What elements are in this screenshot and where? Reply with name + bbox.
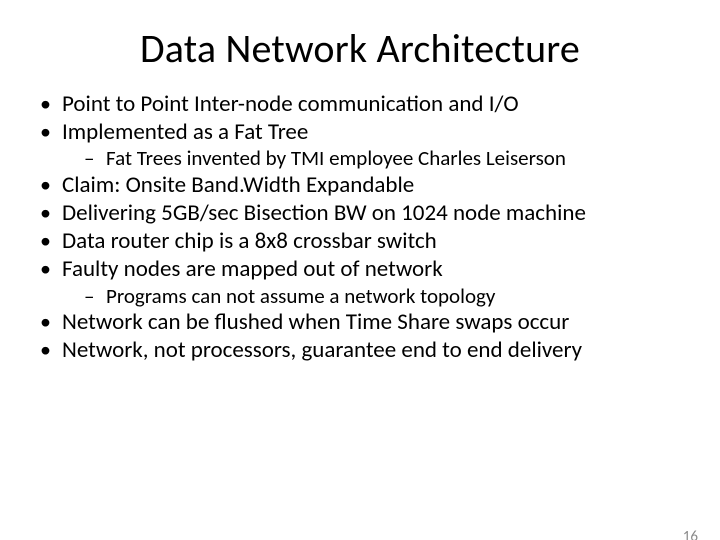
bullet-list: Point to Point Inter-node communication … bbox=[36, 91, 690, 365]
bullet-item: Claim: Onsite Band.Width Expandable bbox=[36, 172, 690, 199]
slide-title: Data Network Architecture bbox=[0, 24, 720, 73]
bullet-text: Fat Trees invented by TMI employee Charl… bbox=[106, 145, 566, 171]
bullet-item: Network, not processors, guarantee end t… bbox=[36, 337, 690, 364]
sub-bullet-item: Fat Trees invented by TMI employee Charl… bbox=[82, 146, 690, 171]
bullet-item: Delivering 5GB/sec Bisection BW on 1024 … bbox=[36, 200, 690, 227]
slide: Data Network Architecture Point to Point… bbox=[0, 24, 720, 540]
bullet-item: Point to Point Inter-node communication … bbox=[36, 91, 690, 118]
bullet-text: Data router chip is a 8x8 crossbar switc… bbox=[62, 227, 437, 255]
slide-body: Point to Point Inter-node communication … bbox=[0, 91, 720, 365]
bullet-text: Point to Point Inter-node communication … bbox=[62, 90, 519, 118]
sub-bullet-item: Programs can not assume a network topolo… bbox=[82, 284, 690, 309]
bullet-text: Claim: Onsite Band.Width Expandable bbox=[62, 171, 414, 199]
sub-bullet-list: Fat Trees invented by TMI employee Charl… bbox=[62, 146, 690, 171]
sub-bullet-list: Programs can not assume a network topolo… bbox=[62, 284, 690, 309]
bullet-item: Network can be flushed when Time Share s… bbox=[36, 309, 690, 336]
bullet-item: Data router chip is a 8x8 crossbar switc… bbox=[36, 228, 690, 255]
bullet-text: Network, not processors, guarantee end t… bbox=[62, 336, 582, 364]
bullet-item: Faulty nodes are mapped out of network P… bbox=[36, 256, 690, 308]
page-number: 16 bbox=[683, 528, 698, 540]
bullet-text: Network can be flushed when Time Share s… bbox=[62, 308, 569, 336]
bullet-text: Implemented as a Fat Tree bbox=[62, 118, 308, 146]
bullet-item: Implemented as a Fat Tree Fat Trees inve… bbox=[36, 119, 690, 171]
bullet-text: Faulty nodes are mapped out of network bbox=[62, 255, 443, 283]
bullet-text: Delivering 5GB/sec Bisection BW on 1024 … bbox=[62, 199, 586, 227]
bullet-text: Programs can not assume a network topolo… bbox=[106, 283, 495, 309]
